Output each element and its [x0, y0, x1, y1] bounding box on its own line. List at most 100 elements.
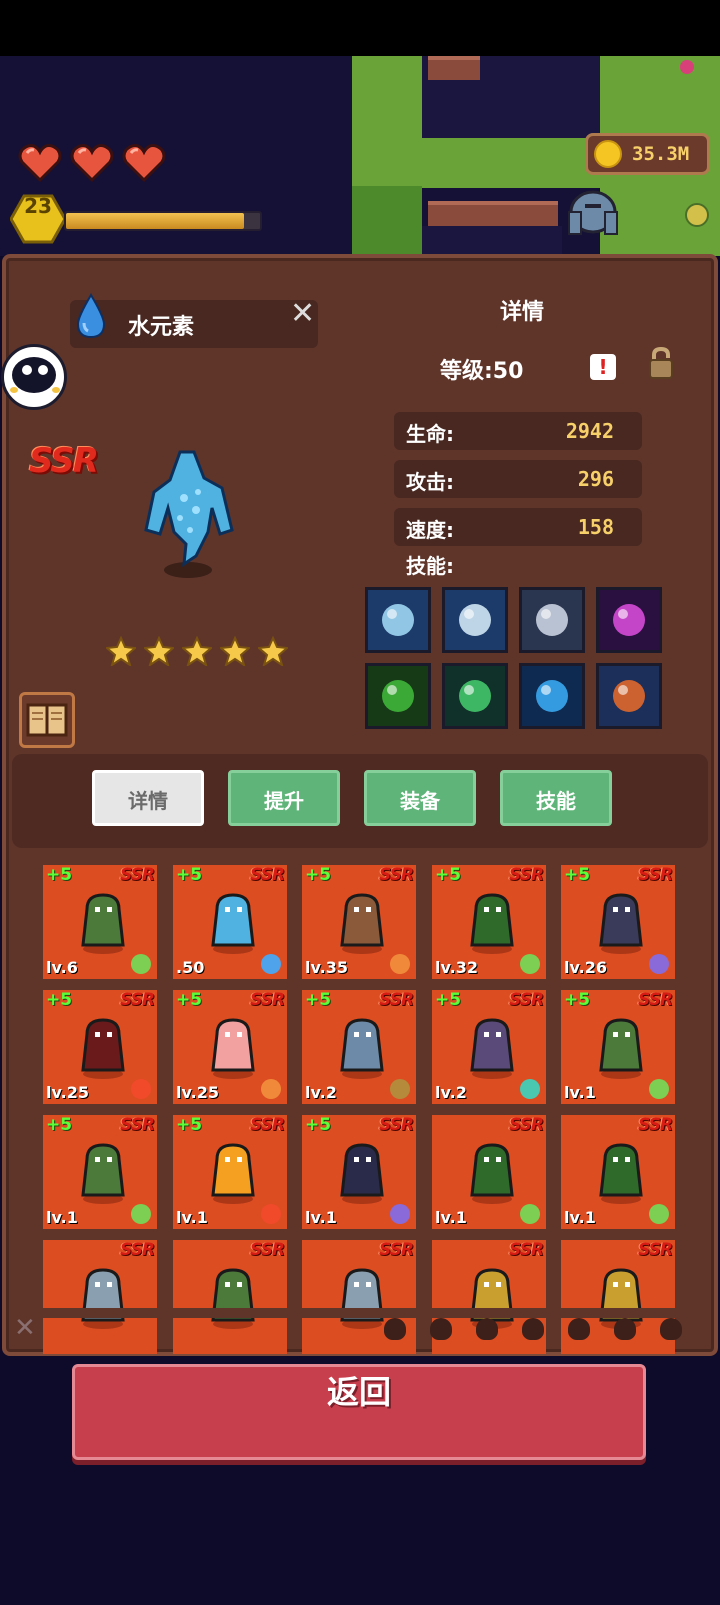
player-level-text: 23	[24, 194, 52, 218]
back-button[interactable]: 返回	[72, 1364, 646, 1460]
coin-counter[interactable]: 35.3M	[585, 133, 710, 175]
star-rating	[104, 635, 290, 668]
filter-earth-icon[interactable]	[430, 1318, 452, 1340]
hero-card[interactable]: SSR lv.1	[432, 1115, 546, 1229]
rarity-badge: SSR	[638, 1240, 673, 1260]
stat-label: 攻击:	[406, 470, 454, 494]
poison-slime-icon[interactable]	[365, 663, 431, 729]
lock-icon[interactable]	[648, 346, 674, 384]
green-crescent-icon[interactable]	[442, 663, 508, 729]
hero-card[interactable]: +5 SSR lv.35	[302, 865, 416, 979]
tab-skills[interactable]: 技能	[500, 770, 612, 826]
earth-element-icon	[390, 1079, 410, 1099]
hero-card[interactable]: +5 SSR lv.1	[43, 1115, 157, 1229]
hero-card[interactable]: +5 SSR .50	[173, 865, 287, 979]
book-icon[interactable]	[19, 692, 75, 748]
tab-equipment[interactable]: 装备	[364, 770, 476, 826]
stat-attack: 攻击: 296	[394, 460, 642, 498]
upgrade-level: +5	[564, 865, 591, 885]
hero-card[interactable]: +5 SSR lv.1	[173, 1115, 287, 1229]
rarity-badge: SSR	[638, 1115, 673, 1135]
filter-wind-icon[interactable]	[522, 1318, 544, 1340]
heart-icon	[122, 142, 166, 183]
goblin-knight-sprite	[203, 1266, 263, 1334]
upgrade-level: +5	[46, 990, 73, 1010]
map-golem-sprite	[563, 190, 623, 242]
hero-level: lv.2	[305, 1083, 337, 1102]
close-icon[interactable]: ✕	[290, 296, 315, 331]
dark-orb-icon[interactable]	[596, 587, 662, 653]
hero-level: .50	[176, 958, 205, 977]
assistant-avatar[interactable]	[1, 344, 67, 410]
hero-level: lv.1	[305, 1208, 337, 1227]
unit-level: 等级:50	[440, 359, 524, 384]
rarity-badge: SSR	[509, 1240, 544, 1260]
hero-card[interactable]: +5 SSR lv.2	[302, 990, 416, 1104]
leaf-element-icon	[131, 1204, 151, 1224]
rarity-badge: SSR	[379, 865, 414, 885]
hero-card[interactable]: SSR lv.1	[561, 1115, 675, 1229]
fire-staff-icon[interactable]	[596, 663, 662, 729]
rarity-badge: SSR	[120, 1115, 155, 1135]
hero-card[interactable]: SSR	[173, 1240, 287, 1354]
water-elemental-sprite	[140, 448, 236, 584]
hero-card[interactable]: +5 SSR lv.26	[561, 865, 675, 979]
stat-value: 2942	[565, 419, 614, 443]
water-element-icon	[261, 954, 281, 974]
tab-upgrade[interactable]: 提升	[228, 770, 340, 826]
hero-card[interactable]: +5 SSR lv.1	[561, 990, 675, 1104]
leaf-element-icon	[131, 954, 151, 974]
spiral-wind-icon[interactable]	[442, 587, 508, 653]
hero-level: lv.1	[176, 1208, 208, 1227]
filter-water-icon[interactable]	[476, 1318, 498, 1340]
upgrade-level: +5	[176, 1115, 203, 1135]
hero-card[interactable]: +5 SSR lv.6	[43, 865, 157, 979]
star-icon	[256, 635, 290, 668]
map-marker-icon[interactable]	[685, 203, 709, 227]
goblin-knight-sprite	[73, 1141, 133, 1209]
hero-card[interactable]: SSR	[43, 1240, 157, 1354]
rarity-badge: SSR	[509, 990, 544, 1010]
fire-element-icon	[261, 1204, 281, 1224]
water-vortex-icon[interactable]	[519, 663, 585, 729]
hero-level: lv.1	[564, 1083, 596, 1102]
leaf-element-icon	[649, 1204, 669, 1224]
hero-card[interactable]: +5 SSR lv.25	[43, 990, 157, 1104]
sun-element-icon	[261, 1079, 281, 1099]
alert-icon[interactable]: !	[590, 354, 616, 380]
water-drop-icon	[74, 293, 108, 343]
goblin-knight-sprite	[591, 1016, 651, 1084]
tab-details[interactable]: 详情	[92, 770, 204, 826]
rarity-badge: SSR	[638, 990, 673, 1010]
panel-title: 详情	[500, 300, 545, 325]
clear-filter-icon[interactable]: ✕	[14, 1313, 36, 1343]
rarity-badge: SSR	[379, 990, 414, 1010]
leaf-element-icon	[520, 1204, 540, 1224]
star-icon	[218, 635, 252, 668]
reaper-sprite	[591, 891, 651, 959]
treant-sprite	[462, 1141, 522, 1209]
hero-level: lv.1	[435, 1208, 467, 1227]
unit-name: 水元素	[128, 315, 195, 340]
hero-card[interactable]: +5 SSR lv.2	[432, 990, 546, 1104]
heart-icon	[18, 142, 62, 183]
hero-level: lv.26	[564, 958, 607, 977]
filter-sun-icon[interactable]	[614, 1318, 636, 1340]
filter-leaf-icon[interactable]	[384, 1318, 406, 1340]
hero-card[interactable]: +5 SSR lv.32	[432, 865, 546, 979]
filter-fire-icon[interactable]	[568, 1318, 590, 1340]
hero-card[interactable]: +5 SSR lv.1	[302, 1115, 416, 1229]
demon-lord-sprite	[73, 1016, 133, 1084]
xp-bar	[64, 211, 262, 231]
ice-shard-icon[interactable]	[519, 587, 585, 653]
stat-speed: 速度: 158	[394, 508, 642, 546]
filter-moon-icon[interactable]	[660, 1318, 682, 1340]
rarity-badge: SSR	[379, 1115, 414, 1135]
hero-level: lv.1	[564, 1208, 596, 1227]
ice-crystal-icon[interactable]	[365, 587, 431, 653]
hero-level: lv.1	[46, 1208, 78, 1227]
upgrade-level: +5	[564, 990, 591, 1010]
moon-element-icon	[390, 1204, 410, 1224]
hero-card[interactable]: +5 SSR lv.25	[173, 990, 287, 1104]
rarity-badge: SSR	[379, 1240, 414, 1260]
